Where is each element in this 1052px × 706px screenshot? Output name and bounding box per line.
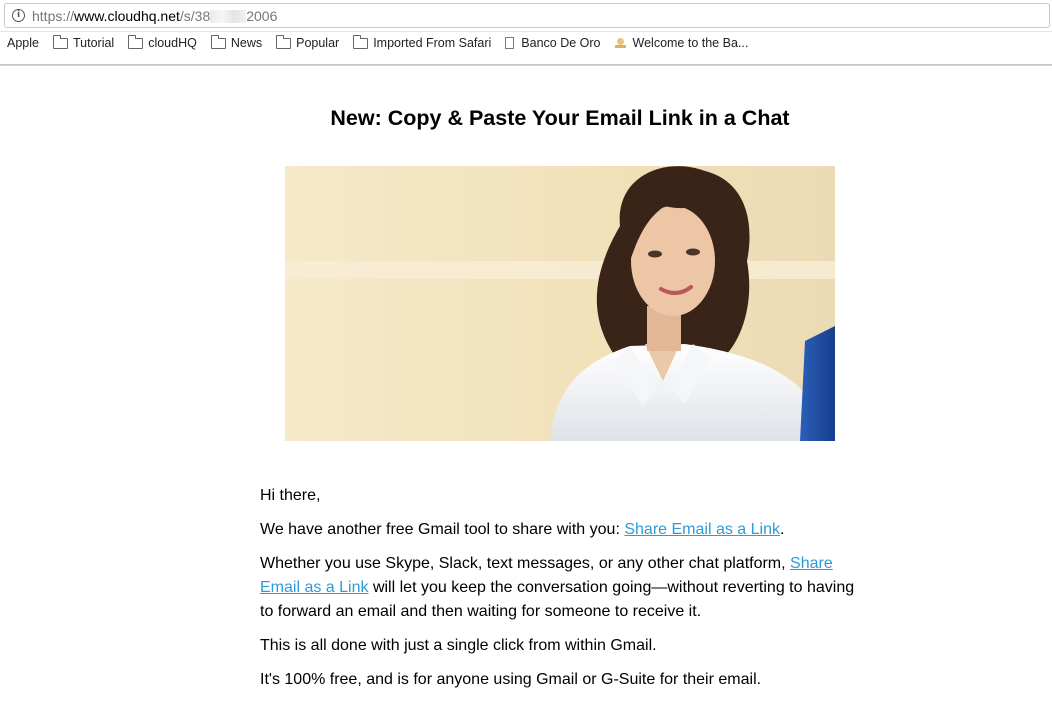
address-bar-area: i https://www.cloudhq.net/s/38 2006 [0,0,1052,32]
share-email-link[interactable]: Share Email as a Link [624,521,780,538]
page-icon [505,37,515,49]
paragraph-free: It's 100% free, and is for anyone using … [260,671,762,688]
bookmark-label: Banco De Oro [521,36,601,50]
bookmark-banco-de-oro[interactable]: Banco De Oro [505,36,601,50]
folder-icon [52,34,68,49]
url-path-start: /s/38 [179,8,211,24]
greeting: Hi there, [260,487,321,504]
bookmark-folder-news[interactable]: News [210,34,263,50]
url-protocol: https:// [32,8,75,24]
bookmark-label: Welcome to the Ba... [632,36,749,50]
bank-icon [614,37,626,49]
folder-icon [210,34,226,49]
url-path-end: 2006 [246,8,278,24]
bookmark-folder-popular[interactable]: Popular [275,34,340,50]
redacted-segment [210,10,247,23]
hero-image [285,166,835,441]
bookmark-folder-tutorial[interactable]: Tutorial [52,34,115,50]
woman-illustration [285,166,835,441]
bookmark-folder-cloudhq[interactable]: cloudHQ [128,34,197,50]
bookmark-label: Tutorial [72,36,115,50]
bookmark-folder-imported-from-safari[interactable]: Imported From Safari [353,34,492,50]
bookmark-label: cloudHQ [148,36,197,50]
bookmark-label: Apple [7,36,39,50]
email-headline: New: Copy & Paste Your Email Link in a C… [330,106,790,130]
bookmark-welcome[interactable]: Welcome to the Ba... [614,36,749,50]
url-text[interactable]: https://www.cloudhq.net/s/38 2006 [32,8,277,24]
paragraph-text: Whether you use Skype, Slack, text messa… [260,555,791,572]
folder-icon [275,34,292,49]
url-field[interactable]: i https://www.cloudhq.net/s/38 2006 [4,3,1050,28]
folder-icon [353,34,369,49]
bookmark-label: Imported From Safari [373,36,492,50]
bookmark-label: Popular [296,36,340,50]
paragraph-single-click: This is all done with just a single clic… [260,637,657,654]
bookmarks-bar: Apple Tutorial cloudHQ News Popular Impo… [0,32,1052,54]
info-icon[interactable]: i [12,9,25,22]
paragraph-intro: We have another free Gmail tool to share… [260,518,860,542]
paragraph-chat-platforms: Whether you use Skype, Slack, text messa… [260,552,860,624]
email-body: Hi there, We have another free Gmail too… [260,484,860,702]
paragraph-text: We have another free Gmail tool to share… [260,521,625,538]
folder-icon [128,34,144,49]
url-host: www.cloudhq.net [74,8,180,24]
bookmark-label: News [230,36,263,50]
paragraph-text: . [779,521,785,538]
bookmark-apple[interactable]: Apple [7,36,39,50]
toolbar-divider [0,64,1052,66]
